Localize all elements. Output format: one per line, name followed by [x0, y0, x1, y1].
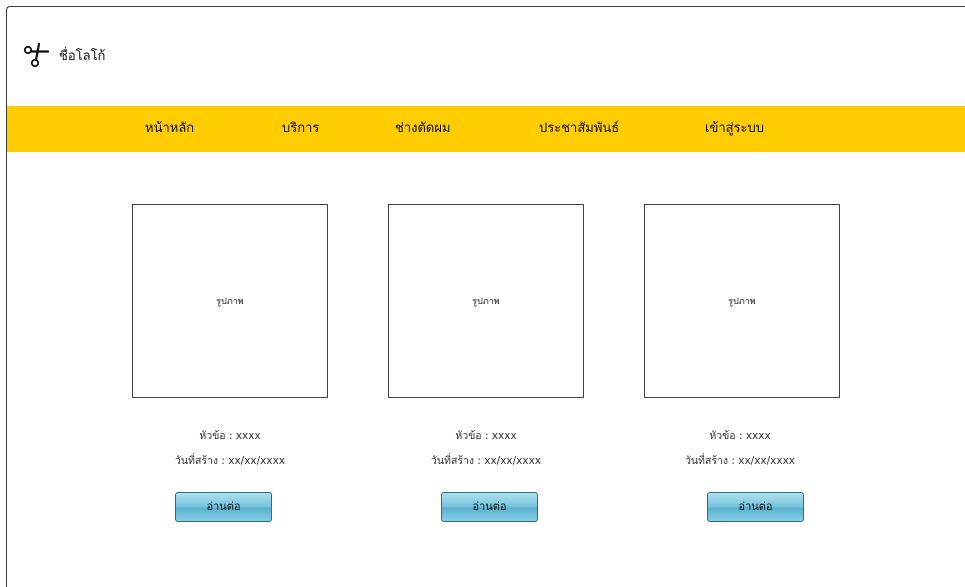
image-placeholder: รูปภาพ: [388, 204, 584, 398]
nav-item-services[interactable]: บริการ: [282, 106, 319, 152]
nav-bar: หน้าหลัก บริการ ช่างตัดผม ประชาสัมพันธ์ …: [7, 106, 965, 152]
logo[interactable]: ชื่อโลโก้: [23, 42, 105, 68]
nav-item-home[interactable]: หน้าหลัก: [145, 106, 194, 152]
image-label: รูปภาพ: [216, 297, 244, 307]
nav-item-login[interactable]: เข้าสู่ระบบ: [705, 106, 764, 152]
read-more-button[interactable]: อ่านต่อ: [175, 492, 272, 522]
card-title: หัวข้อ : xxxx: [199, 430, 261, 442]
logo-text: ชื่อโลโก้: [59, 48, 106, 64]
card-date: วันที่สร้าง : xx/xx/xxxx: [684, 455, 796, 467]
image-placeholder: รูปภาพ: [132, 204, 328, 398]
card-date: วันที่สร้าง : xx/xx/xxxx: [174, 455, 286, 467]
read-more-button[interactable]: อ่านต่อ: [707, 492, 804, 522]
image-placeholder: รูปภาพ: [644, 204, 840, 398]
card-title: หัวข้อ : xxxx: [455, 430, 517, 442]
card-title: หัวข้อ : xxxx: [709, 430, 771, 442]
nav-item-barbers[interactable]: ช่างตัดผม: [395, 106, 451, 152]
card-date: วันที่สร้าง : xx/xx/xxxx: [430, 455, 542, 467]
nav-item-announcements[interactable]: ประชาสัมพันธ์: [539, 106, 619, 152]
scissors-icon: [23, 42, 49, 68]
image-label: รูปภาพ: [472, 297, 500, 307]
image-label: รูปภาพ: [728, 297, 756, 307]
read-more-button[interactable]: อ่านต่อ: [441, 492, 538, 522]
